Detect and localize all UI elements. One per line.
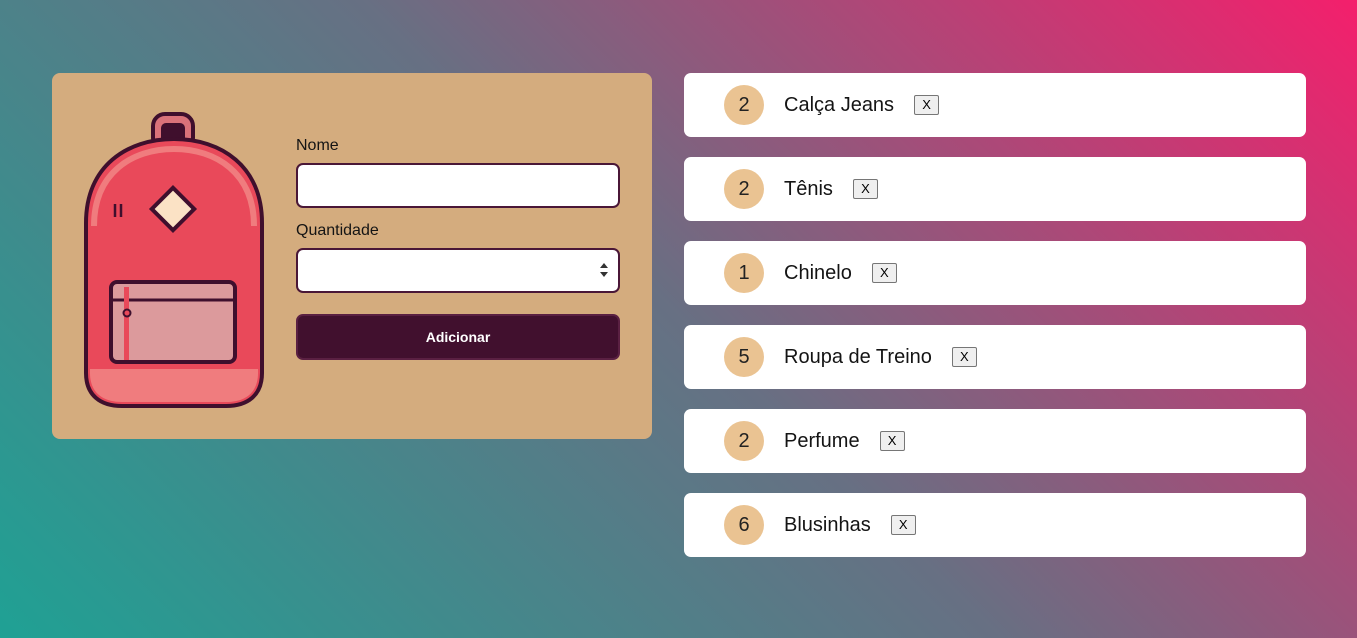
- remove-button[interactable]: X: [951, 347, 977, 367]
- list-item: 2 Perfume X: [684, 409, 1306, 473]
- item-name: Blusinhas: [784, 513, 871, 536]
- name-label: Nome: [296, 137, 339, 154]
- quantity-input[interactable]: [296, 248, 620, 293]
- list-item: 2 Tênis X: [684, 157, 1306, 221]
- remove-button[interactable]: X: [852, 179, 878, 199]
- list-item: 6 Blusinhas X: [684, 493, 1306, 557]
- list-item: 5 Roupa de Treino X: [684, 325, 1306, 389]
- remove-button[interactable]: X: [890, 515, 916, 535]
- quantity-badge: 6: [724, 505, 764, 545]
- list-item: 1 Chinelo X: [684, 241, 1306, 305]
- number-spinner-icon[interactable]: [600, 263, 608, 277]
- add-button[interactable]: Adicionar: [296, 314, 620, 360]
- quantity-field: [296, 248, 620, 293]
- quantity-badge: 2: [724, 169, 764, 209]
- name-input[interactable]: [296, 163, 620, 208]
- add-item-form-card: Nome Quantidade Adicionar: [52, 73, 652, 439]
- quantity-badge: 1: [724, 253, 764, 293]
- quantity-badge: 5: [724, 337, 764, 377]
- form-fields: Nome Quantidade Adicionar: [296, 137, 620, 360]
- item-list: 2 Calça Jeans X 2 Tênis X 1 Chinelo X 5 …: [684, 73, 1306, 577]
- spin-up-icon[interactable]: [600, 263, 608, 268]
- backpack-icon: [84, 112, 264, 408]
- quantity-badge: 2: [724, 85, 764, 125]
- remove-button[interactable]: X: [871, 263, 897, 283]
- item-name: Tênis: [784, 177, 833, 200]
- remove-button[interactable]: X: [879, 431, 905, 451]
- remove-button[interactable]: X: [914, 95, 940, 115]
- quantity-label: Quantidade: [296, 222, 379, 239]
- item-name: Chinelo: [784, 261, 852, 284]
- list-item: 2 Calça Jeans X: [684, 73, 1306, 137]
- spin-down-icon[interactable]: [600, 272, 608, 277]
- quantity-badge: 2: [724, 421, 764, 461]
- item-name: Perfume: [784, 429, 860, 452]
- item-name: Roupa de Treino: [784, 345, 932, 368]
- item-name: Calça Jeans: [784, 93, 895, 116]
